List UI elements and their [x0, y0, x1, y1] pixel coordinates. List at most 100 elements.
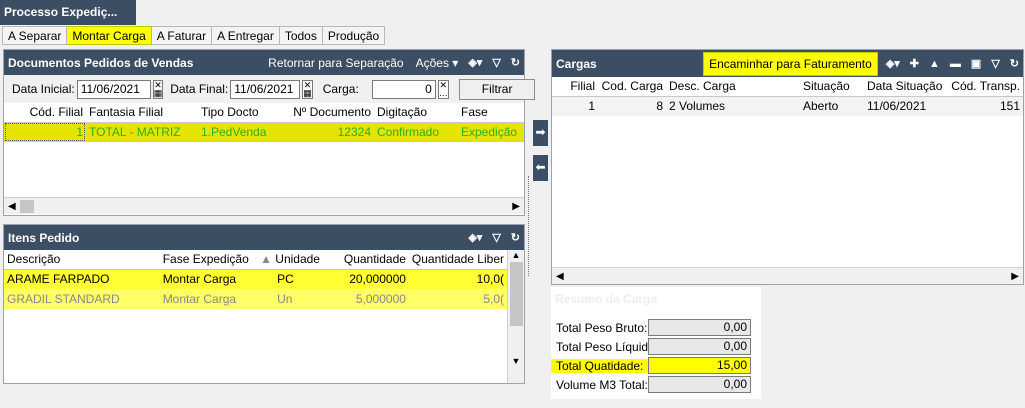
- horizontal-scrollbar[interactable]: ◀ ▶: [4, 197, 524, 214]
- column-header[interactable]: Situação: [800, 77, 864, 97]
- column-header[interactable]: Fase Expedição: [159, 250, 258, 270]
- scroll-down-icon[interactable]: ▼: [508, 356, 524, 366]
- cell-cod-transp[interactable]: 151: [946, 96, 1023, 116]
- calendar-icon[interactable]: ✕ ▦: [152, 79, 164, 99]
- cell-desc-carga[interactable]: 2 Volumes: [666, 96, 800, 116]
- column-header[interactable]: Cód. Transp.: [946, 77, 1023, 97]
- cell-tipo[interactable]: 1.PedVenda: [198, 122, 286, 142]
- column-header[interactable]: Digitação: [374, 103, 458, 123]
- scroll-right-icon[interactable]: ▶: [512, 201, 520, 212]
- scroll-thumb[interactable]: [509, 262, 523, 326]
- tab-todos[interactable]: Todos: [279, 26, 323, 45]
- cell-cod-carga[interactable]: 8: [598, 96, 666, 116]
- cell-quantidade-liber[interactable]: 10,0(: [408, 269, 507, 289]
- cell-data-situacao[interactable]: 11/06/2021: [864, 96, 946, 116]
- scroll-right-icon[interactable]: ▶: [1011, 271, 1019, 282]
- filter-icon[interactable]: ▽: [492, 231, 500, 244]
- summary-value: 0,00: [648, 319, 751, 336]
- cell-quantidade[interactable]: 5,000000: [322, 289, 409, 309]
- cell-fase[interactable]: Expedição: [458, 122, 524, 142]
- filter-icon[interactable]: ▽: [492, 56, 500, 69]
- summary-value: 0,00: [648, 338, 751, 355]
- column-header[interactable]: Cód. Filial: [4, 103, 86, 123]
- horizontal-scrollbar[interactable]: ◀ ▶: [552, 267, 1023, 284]
- refresh-icon[interactable]: ↻: [1010, 57, 1019, 70]
- column-header[interactable]: Data Situação: [864, 77, 946, 97]
- column-header[interactable]: ▲ Unidade: [257, 250, 323, 270]
- cell-fase-expedicao[interactable]: Montar Carga: [159, 289, 258, 309]
- column-header[interactable]: Filial: [552, 77, 598, 97]
- end-date-label: Data Final:: [170, 82, 229, 96]
- save-icon[interactable]: ▣: [971, 57, 981, 70]
- column-header[interactable]: Cod. Carga: [598, 77, 666, 97]
- tab-a-entregar[interactable]: A Entregar: [212, 26, 280, 45]
- arrow-right-icon[interactable]: ➡: [533, 120, 548, 146]
- summary-label: Volume M3 Total:: [556, 377, 648, 392]
- cell-unidade[interactable]: PC: [257, 269, 323, 289]
- arrow-up-icon[interactable]: ▲: [929, 58, 940, 70]
- actions-menu[interactable]: Ações ▾: [416, 56, 459, 70]
- cell-quantidade-liber[interactable]: 5,0(: [408, 289, 507, 309]
- cell-filial[interactable]: 1: [552, 96, 598, 116]
- end-date-input[interactable]: [230, 79, 301, 99]
- refresh-icon[interactable]: ↻: [511, 231, 520, 244]
- documents-table: Cód. Filial Fantasia Filial Tipo Docto N…: [4, 103, 524, 142]
- column-header[interactable]: Fase: [458, 103, 524, 123]
- cell-quantidade[interactable]: 20,000000: [322, 269, 409, 289]
- column-header[interactable]: Tipo Docto: [198, 103, 286, 123]
- summary-value: 0,00: [648, 376, 751, 393]
- cell-descricao[interactable]: GRADIL STANDARD: [4, 289, 160, 309]
- tab-a-separar[interactable]: A Separar: [2, 26, 68, 45]
- scroll-thumb[interactable]: [19, 199, 34, 213]
- lookup-icon[interactable]: ✕…: [437, 79, 449, 99]
- cell-descricao[interactable]: ARAME FARPADO: [4, 269, 160, 289]
- scroll-left-icon[interactable]: ◀: [8, 201, 16, 212]
- sort-icon: ▲: [260, 252, 276, 267]
- tab-a-faturar[interactable]: A Faturar: [151, 26, 213, 45]
- cell-fantasia[interactable]: TOTAL - MATRIZ: [86, 122, 198, 142]
- column-header[interactable]: Descrição: [4, 250, 160, 270]
- cell-fase-expedicao[interactable]: Montar Carga: [159, 269, 258, 289]
- cell-filial[interactable]: 1: [4, 122, 86, 142]
- cell-situacao[interactable]: Aberto: [800, 96, 864, 116]
- add-icon[interactable]: ✚: [910, 57, 919, 70]
- refresh-icon[interactable]: ↻: [511, 56, 520, 69]
- column-header[interactable]: Quantidade Liber: [408, 250, 507, 270]
- summary-value: 15,00: [648, 357, 751, 374]
- items-panel: Itens Pedido ◈▾ ▽ ↻ Descrição Fase Exped…: [3, 224, 525, 384]
- cargas-panel: Cargas Encaminhar para Faturamento ◈▾ ✚ …: [551, 49, 1024, 285]
- tab-producao[interactable]: Produção: [322, 26, 386, 45]
- documents-header: Documentos Pedidos de Vendas Retornar pa…: [4, 50, 524, 75]
- view-options-icon[interactable]: ◈▾: [468, 231, 482, 244]
- column-header[interactable]: Fantasia Filial: [86, 103, 198, 123]
- vertical-scrollbar[interactable]: ▲ ▼: [507, 250, 524, 383]
- calendar-icon[interactable]: ✕ ▦: [302, 79, 313, 99]
- table-row[interactable]: 1 8 2 Volumes Aberto 11/06/2021 151: [552, 96, 1023, 116]
- column-header[interactable]: Desc. Carga: [666, 77, 800, 97]
- cell-documento[interactable]: 12324: [286, 122, 374, 142]
- table-row[interactable]: GRADIL STANDARD Montar Carga Un 5,000000…: [4, 289, 507, 309]
- table-row[interactable]: ARAME FARPADO Montar Carga PC 20,000000 …: [4, 269, 507, 289]
- scroll-up-icon[interactable]: ▲: [508, 250, 524, 260]
- tab-montar-carga[interactable]: Montar Carga: [67, 26, 152, 45]
- filter-icon[interactable]: ▽: [991, 57, 999, 70]
- summary-panel: Resumo da Carga Total Peso Bruto: 0,00 T…: [551, 287, 761, 399]
- view-options-icon[interactable]: ◈▾: [886, 57, 900, 70]
- column-header[interactable]: Nº Documento: [286, 103, 374, 123]
- cell-digitacao[interactable]: Confirmado: [374, 122, 458, 142]
- actions-label: Ações: [415, 55, 449, 70]
- filter-button[interactable]: Filtrar: [458, 78, 536, 100]
- minus-icon[interactable]: ▬: [950, 58, 961, 70]
- scroll-left-icon[interactable]: ◀: [556, 271, 564, 282]
- return-to-separation-link[interactable]: Retornar para Separação: [268, 56, 403, 70]
- tab-bar: A Separar Montar Carga A Faturar A Entre…: [2, 26, 386, 45]
- splitter[interactable]: [526, 176, 529, 276]
- forward-to-billing-button[interactable]: Encaminhar para Faturamento: [703, 51, 878, 76]
- column-header[interactable]: Quantidade: [322, 250, 409, 270]
- table-row[interactable]: 1 TOTAL - MATRIZ 1.PedVenda 12324 Confir…: [4, 122, 524, 142]
- view-options-icon[interactable]: ◈▾: [468, 56, 482, 69]
- load-input[interactable]: [371, 79, 436, 99]
- start-date-input[interactable]: [76, 79, 151, 99]
- arrow-left-icon[interactable]: ⬅: [533, 155, 548, 181]
- cell-unidade[interactable]: Un: [257, 289, 323, 309]
